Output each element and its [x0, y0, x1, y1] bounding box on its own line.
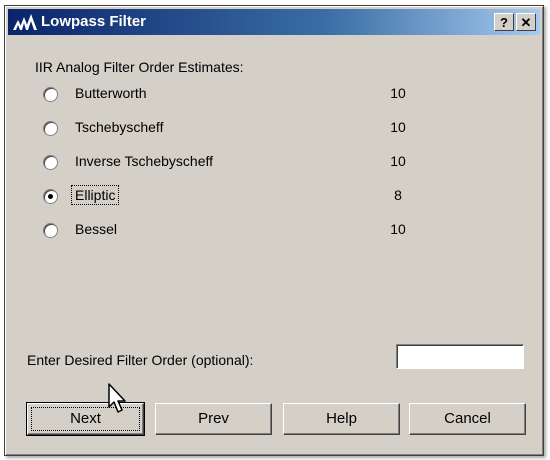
mouse-pointer-icon — [108, 383, 126, 413]
desired-order-label: Enter Desired Filter Order (optional): — [27, 352, 254, 368]
title-bar[interactable]: Lowpass Filter ? ✕ — [8, 9, 540, 35]
option-label: Bessel — [75, 221, 118, 237]
estimates-label: IIR Analog Filter Order Estimates: — [35, 59, 244, 75]
radio-button[interactable] — [43, 121, 58, 136]
radio-button-selected[interactable] — [43, 189, 58, 204]
prev-button[interactable]: Prev — [155, 403, 272, 435]
help-question-button[interactable]: ? — [494, 13, 514, 31]
order-value: 10 — [390, 85, 406, 101]
help-button[interactable]: Help — [283, 403, 400, 435]
order-value: 8 — [394, 187, 402, 203]
option-label: Tschebyscheff — [75, 119, 164, 135]
option-label: Butterworth — [75, 85, 147, 101]
dialog-content: IIR Analog Filter Order Estimates: Butte… — [5, 36, 543, 455]
close-icon: ✕ — [520, 15, 532, 30]
option-tschebyscheff[interactable]: Tschebyscheff 10 — [43, 118, 406, 140]
order-value: 10 — [390, 119, 406, 135]
option-bessel[interactable]: Bessel 10 — [43, 220, 406, 242]
order-value: 10 — [390, 153, 406, 169]
window-title: Lowpass Filter — [41, 13, 147, 30]
option-label: Inverse Tschebyscheff — [75, 153, 214, 169]
cancel-button[interactable]: Cancel — [409, 403, 526, 435]
option-elliptic[interactable]: Elliptic 8 — [43, 185, 403, 208]
desired-order-input[interactable] — [396, 344, 524, 369]
option-label: Elliptic — [70, 185, 120, 205]
close-button[interactable]: ✕ — [516, 13, 536, 31]
app-logo-icon — [13, 14, 37, 30]
radio-button[interactable] — [43, 87, 58, 102]
option-inverse-tschebyscheff[interactable]: Inverse Tschebyscheff 10 — [43, 152, 406, 174]
option-butterworth[interactable]: Butterworth 10 — [43, 84, 406, 106]
lowpass-filter-dialog: Lowpass Filter ? ✕ IIR Analog Filter Ord… — [4, 5, 544, 456]
radio-button[interactable] — [43, 155, 58, 170]
radio-button[interactable] — [43, 223, 58, 238]
order-value: 10 — [390, 221, 406, 237]
